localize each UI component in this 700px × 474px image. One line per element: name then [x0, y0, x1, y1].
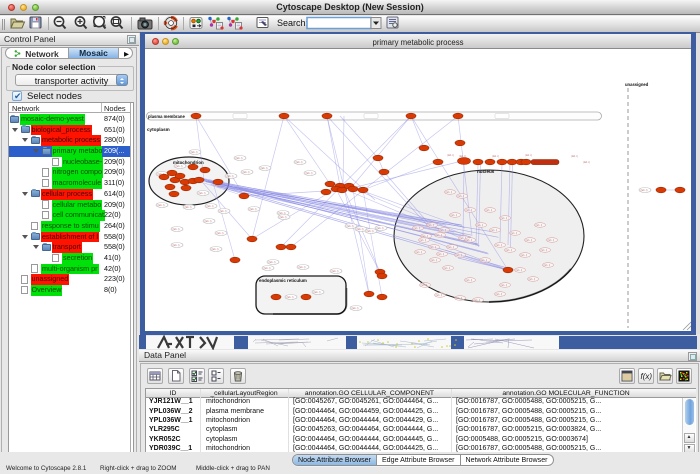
svg-text:(lab..l): (lab..l): [299, 266, 306, 269]
svg-text:(lab..l): (lab..l): [496, 293, 503, 296]
svg-text:(lab..l): (lab..l): [236, 157, 243, 160]
svg-text:(lab..l): (lab..l): [176, 165, 183, 168]
svg-text:(lab..l): (lab..l): [486, 209, 493, 212]
svg-text:(lab..l): (lab..l): [264, 267, 271, 270]
svg-text:(lab..l): (lab..l): [541, 249, 548, 252]
svg-text:(lab..l): (lab..l): [571, 155, 578, 158]
svg-text:(lab..l): (lab..l): [243, 171, 250, 174]
svg-text:(lab..l): (lab..l): [217, 232, 224, 235]
svg-text:(lab..l): (lab..l): [199, 192, 206, 195]
svg-text:(lab..l): (lab..l): [516, 269, 523, 272]
svg-text:(lab..l): (lab..l): [521, 254, 528, 257]
svg-text:(lab..l): (lab..l): [583, 161, 590, 164]
svg-text:(lab..l): (lab..l): [477, 224, 484, 227]
svg-text:(lab..l): (lab..l): [641, 189, 648, 192]
svg-text:(lab..l): (lab..l): [438, 253, 445, 256]
svg-text:(lab..l): (lab..l): [456, 254, 463, 257]
svg-text:(lab..l): (lab..l): [212, 248, 219, 251]
svg-text:(lab..l): (lab..l): [220, 210, 227, 213]
svg-text:(lab..l): (lab..l): [314, 291, 321, 294]
svg-text:(lab..l): (lab..l): [227, 175, 234, 178]
svg-text:(lab..l): (lab..l): [456, 297, 463, 300]
svg-text:(lab..l): (lab..l): [491, 229, 498, 232]
svg-text:endoplasmic reticulum: endoplasmic reticulum: [259, 278, 307, 283]
svg-text:(lab..l): (lab..l): [511, 232, 518, 235]
svg-text:(lab..l): (lab..l): [416, 251, 423, 254]
svg-text:(lab..l): (lab..l): [492, 155, 499, 158]
svg-text:(lab..l): (lab..l): [280, 216, 287, 219]
svg-text:(lab..l): (lab..l): [332, 270, 339, 273]
svg-text:(lab..l): (lab..l): [526, 239, 533, 242]
svg-text:(lab..l): (lab..l): [448, 246, 455, 249]
svg-text:(lab..l): (lab..l): [446, 191, 453, 194]
svg-text:(lab..l): (lab..l): [287, 296, 294, 299]
svg-text:(lab..l): (lab..l): [447, 154, 454, 157]
svg-text:(lab..l): (lab..l): [529, 278, 536, 281]
svg-text:(lab..l): (lab..l): [414, 227, 421, 230]
svg-text:(lab..l): (lab..l): [466, 239, 473, 242]
svg-text:(lab..l): (lab..l): [444, 267, 451, 270]
svg-text:(lab..l): (lab..l): [173, 244, 180, 247]
svg-text:(lab..l): (lab..l): [506, 249, 513, 252]
svg-text:(lab..l): (lab..l): [428, 224, 435, 227]
svg-text:(lab..l): (lab..l): [296, 161, 303, 164]
svg-text:(lab..l): (lab..l): [250, 208, 257, 211]
svg-text:(lab..l): (lab..l): [458, 195, 465, 198]
svg-text:(lab..l): (lab..l): [269, 261, 276, 264]
svg-text:(lab..l): (lab..l): [536, 224, 543, 227]
svg-text:(lab..l): (lab..l): [430, 246, 437, 249]
svg-text:(lab..l): (lab..l): [525, 154, 532, 157]
svg-text:(lab..l): (lab..l): [173, 228, 180, 231]
svg-text:plasma membrane: plasma membrane: [148, 114, 185, 119]
svg-text:(lab..l): (lab..l): [474, 299, 481, 302]
svg-text:nucleus: nucleus: [477, 169, 495, 174]
svg-text:f(x): f(x): [641, 372, 653, 381]
svg-text:(lab..l): (lab..l): [347, 225, 354, 228]
svg-text:(lab..l): (lab..l): [185, 206, 192, 209]
svg-text:(lab..l): (lab..l): [357, 228, 364, 231]
svg-text:mitochondrion: mitochondrion: [173, 160, 204, 165]
svg-text:(lab..l): (lab..l): [420, 239, 427, 242]
svg-text:(lab..l): (lab..l): [466, 279, 473, 282]
svg-text:(lab..l): (lab..l): [205, 220, 212, 223]
svg-text:unassigned: unassigned: [625, 82, 649, 87]
svg-text:(lab..l): (lab..l): [367, 230, 374, 233]
svg-text:(lab..l): (lab..l): [306, 172, 313, 175]
svg-text:(lab..l): (lab..l): [431, 259, 438, 262]
svg-text:(lab..l): (lab..l): [261, 167, 268, 170]
svg-text:(lab..l): (lab..l): [352, 307, 359, 310]
svg-text:(lab..l): (lab..l): [496, 244, 503, 247]
svg-text:(lab..l): (lab..l): [191, 151, 198, 154]
svg-text:(lab..l): (lab..l): [501, 217, 508, 220]
svg-text:(lab..l): (lab..l): [421, 284, 428, 287]
svg-text:(lab..l): (lab..l): [436, 294, 443, 297]
svg-text:cytoplasm: cytoplasm: [147, 127, 170, 132]
svg-text:(lab..l): (lab..l): [440, 229, 447, 232]
svg-text:(lab..l): (lab..l): [377, 227, 384, 230]
svg-text:(lab..l): (lab..l): [501, 284, 508, 287]
svg-text:(lab..l): (lab..l): [207, 205, 214, 208]
svg-text:(lab..l): (lab..l): [436, 234, 443, 237]
svg-text:(lab..l): (lab..l): [481, 259, 488, 262]
svg-text:(lab..l): (lab..l): [466, 209, 473, 212]
svg-text:(lab..l): (lab..l): [548, 239, 555, 242]
svg-text:Search:: Search:: [277, 18, 308, 28]
svg-text:(lab..l): (lab..l): [544, 264, 551, 267]
svg-text:(lab..l): (lab..l): [158, 204, 165, 207]
svg-text:(lab..l): (lab..l): [451, 214, 458, 217]
